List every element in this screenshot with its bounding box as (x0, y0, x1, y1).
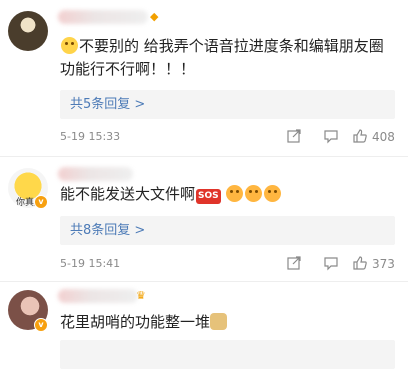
user-level-icon: ◆ (150, 10, 159, 23)
comment-time: 5-19 15:41 (60, 257, 121, 270)
share-icon[interactable] (286, 128, 302, 144)
comment-text-line1: 花里胡哨的功能整一堆 (60, 313, 211, 331)
comment-text: 能不能发送大文件啊 SOS (60, 183, 282, 206)
like-count: 373 (372, 257, 395, 271)
like-icon[interactable] (352, 255, 368, 271)
angry-emoji-icon (245, 185, 263, 202)
angry-emoji-icon (226, 185, 244, 202)
angry-emoji-icon (264, 185, 282, 202)
view-replies-button[interactable]: 共5条回复 > (60, 90, 395, 119)
avatar[interactable] (8, 11, 48, 51)
divider (0, 156, 408, 157)
divider (0, 281, 408, 282)
username-blurred[interactable] (58, 289, 138, 303)
sos-emoji: SOS (196, 189, 221, 204)
like-icon[interactable] (352, 128, 368, 144)
view-replies-button[interactable]: 共8条回复 > (60, 216, 395, 245)
view-replies-button[interactable] (60, 340, 395, 369)
smile-emoji-icon (61, 37, 78, 54)
comment-text-line1: 能不能发送大文件啊 (60, 185, 196, 203)
comment-text-line1: 不要别的 给我弄个语音拉进度条和编辑朋友圈 (79, 37, 384, 55)
user-level-icon: ♛ (136, 289, 146, 302)
comment-time: 5-19 15:33 (60, 130, 121, 143)
username-blurred[interactable] (58, 10, 148, 24)
comment-text-line2: 功能行不行啊！！！ (60, 60, 196, 78)
username-blurred[interactable] (58, 167, 133, 181)
comment-text: 花里胡哨的功能整一堆 (60, 311, 228, 334)
verified-badge-icon: v (34, 195, 48, 209)
comment-text: 不要别的 给我弄个语音拉进度条和编辑朋友圈 功能行不行啊！！！ (60, 35, 384, 81)
verified-badge-icon: v (34, 318, 48, 332)
comment-icon[interactable] (323, 128, 339, 144)
like-count: 408 (372, 130, 395, 144)
dog-emoji-icon (210, 313, 228, 330)
comment-icon[interactable] (323, 255, 339, 271)
share-icon[interactable] (286, 255, 302, 271)
